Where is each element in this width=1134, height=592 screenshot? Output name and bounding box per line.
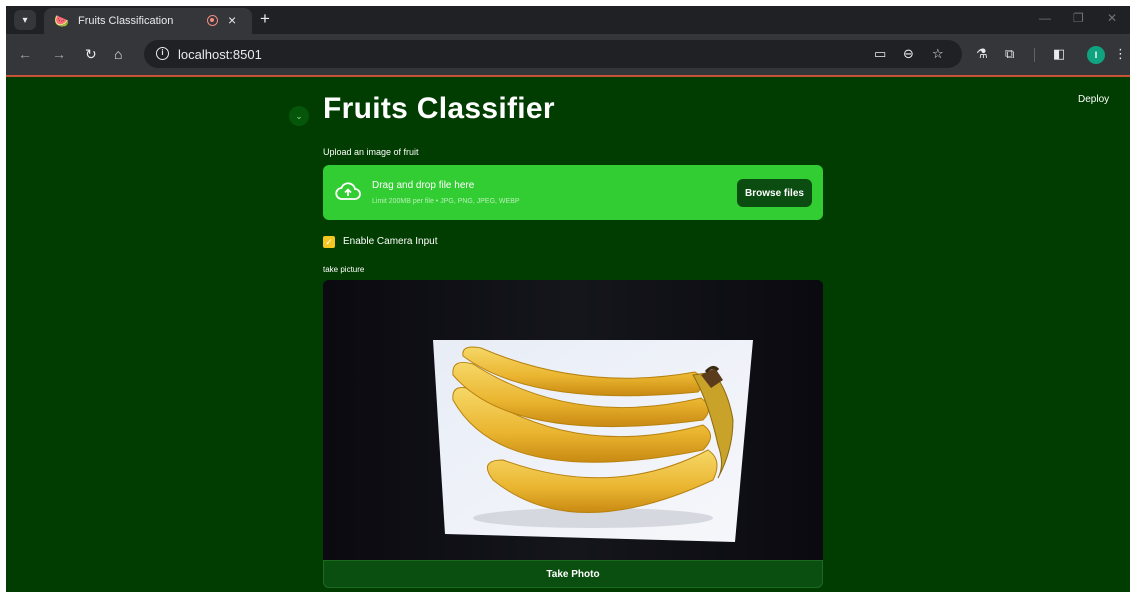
bookmark-star-icon[interactable]: ☆	[932, 46, 944, 62]
tab-search-chevron-down-icon[interactable]: ▾	[14, 10, 36, 30]
main-column: ⌄ Fruits Classifier Upload an image of f…	[289, 77, 823, 592]
camera-preview	[323, 280, 823, 560]
extensions-puzzle-icon[interactable]: ⧉	[1005, 46, 1014, 62]
dropzone-title: Drag and drop file here	[372, 180, 475, 191]
forward-arrow-icon[interactable]: →	[52, 46, 66, 62]
camera-in-use-icon[interactable]: ▭	[874, 46, 886, 62]
camera-checkbox[interactable]: ✓	[323, 236, 335, 248]
zoom-icon[interactable]: ⊖	[903, 46, 914, 62]
upload-label: Upload an image of fruit	[323, 147, 419, 157]
streamlit-app: Deploy ⌄ Fruits Classifier Upload an ima…	[6, 77, 1130, 592]
tab-title: Fruits Classification	[78, 15, 174, 27]
file-dropzone[interactable]: Drag and drop file here Limit 200MB per …	[323, 165, 823, 220]
browse-files-button[interactable]: Browse files	[737, 179, 812, 207]
address-url: localhost:8501	[178, 47, 262, 62]
browser-window: ▾ 🍉 Fruits Classification × + — ❐ ✕ ← → …	[6, 6, 1130, 592]
browser-tab[interactable]: 🍉 Fruits Classification ×	[44, 8, 252, 34]
page-title: Fruits Classifier	[323, 92, 555, 125]
home-icon[interactable]: ⌂	[114, 46, 122, 62]
camera-checkbox-label: Enable Camera Input	[343, 236, 438, 247]
deploy-button[interactable]: Deploy	[1078, 94, 1109, 105]
side-panel-icon[interactable]: ◧	[1053, 46, 1065, 62]
toolbar-divider	[1034, 48, 1035, 62]
dropzone-hint: Limit 200MB per file • JPG, PNG, JPEG, W…	[372, 198, 520, 205]
tab-close-icon[interactable]: ×	[228, 12, 236, 28]
address-bar[interactable]: i localhost:8501 ▭ ⊖ ☆	[144, 40, 962, 68]
back-arrow-icon[interactable]: ←	[18, 46, 32, 62]
new-tab-plus-icon[interactable]: +	[260, 9, 270, 29]
reload-icon[interactable]: ↻	[85, 46, 97, 62]
more-menu-icon[interactable]: ⋮	[1114, 46, 1127, 62]
extension-lab-icon[interactable]: ⚗	[976, 46, 988, 62]
cloud-upload-icon	[335, 182, 361, 207]
watermelon-favicon-icon: 🍉	[54, 14, 69, 28]
tab-strip: ▾ 🍉 Fruits Classification × + — ❐ ✕	[6, 6, 1130, 34]
restore-icon[interactable]: ❐	[1073, 11, 1084, 25]
recording-indicator-icon	[207, 15, 218, 26]
camera-input-label: take picture	[323, 265, 365, 274]
window-close-icon[interactable]: ✕	[1107, 11, 1117, 25]
profile-avatar[interactable]: I	[1087, 46, 1105, 64]
minimize-icon[interactable]: —	[1039, 11, 1051, 25]
site-info-icon[interactable]: i	[156, 47, 169, 60]
take-photo-button[interactable]: Take Photo	[323, 560, 823, 588]
camera-feed-image	[323, 280, 823, 560]
header-anchor-icon[interactable]: ⌄	[289, 106, 309, 126]
browser-toolbar: ← → ↻ ⌂ i localhost:8501 ▭ ⊖ ☆ ⚗ ⧉ ◧ I ⋮	[6, 34, 1130, 76]
